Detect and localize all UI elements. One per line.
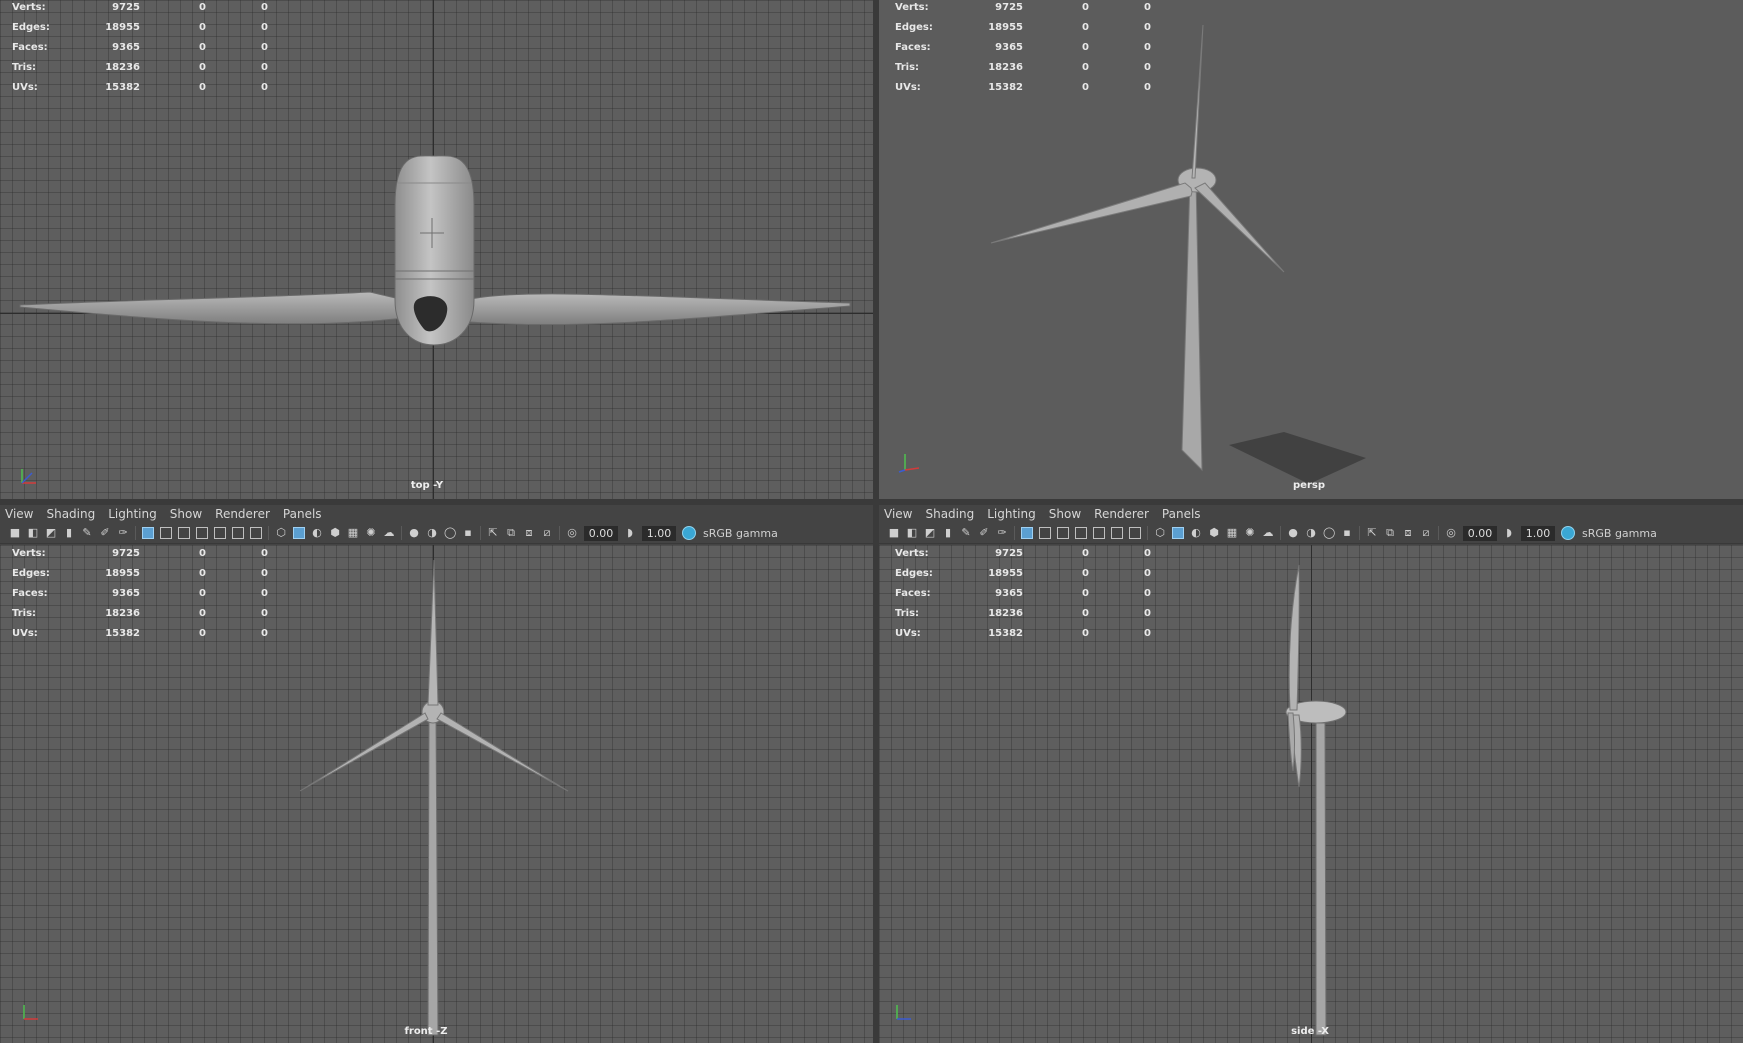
camera-label-side: side -X	[1291, 1026, 1329, 1037]
xyz-axis-icon	[23, 1005, 38, 1020]
blade-right	[464, 293, 851, 326]
camera-label-front: front -Z	[404, 1026, 448, 1037]
ground-grid	[1229, 432, 1366, 484]
panel-splitter-horizontal[interactable]	[0, 499, 1743, 505]
xyz-axis-icon	[21, 469, 36, 484]
viewport-front[interactable]: View Shading Lighting Show Renderer Pane…	[0, 505, 873, 1043]
panel-splitter-vertical[interactable]	[873, 0, 879, 1043]
xyz-axis-icon	[898, 454, 920, 473]
camera-label-persp: persp	[1293, 480, 1325, 491]
xyz-axis-icon	[896, 1005, 911, 1020]
blade-left	[19, 291, 405, 325]
viewport-persp[interactable]: Verts: 9725 0 0 Edges: 18955 0 0 Faces: 9365 0 0 …	[879, 0, 1743, 499]
viewport-side[interactable]: View Shading Lighting Show Renderer Pane…	[879, 505, 1743, 1043]
camera-label-top: top -Y	[410, 480, 444, 491]
hud-poly-count-persp: Verts: 9725 0 0 Edges: 18955 0 0 Faces: 9365 0 0 …	[895, 2, 1151, 93]
viewport-top[interactable]: Verts: 9725 0 0 Edges: 18955 0 0 Faces: 9365 0 0 …	[0, 0, 873, 499]
hud-poly-count-side: Verts: 9725 0 0 Edges: 18955 0 0 Faces: 9365 0 0 …	[895, 548, 1151, 639]
hud-poly-count: Verts: 9725 0 0 Edges: 18955 0 0 Faces: 9365 0 0 …	[12, 2, 268, 93]
hud-poly-count-front: Verts: 9725 0 0 Edges: 18955 0 0 Faces: 9365 0 0 …	[12, 548, 268, 639]
